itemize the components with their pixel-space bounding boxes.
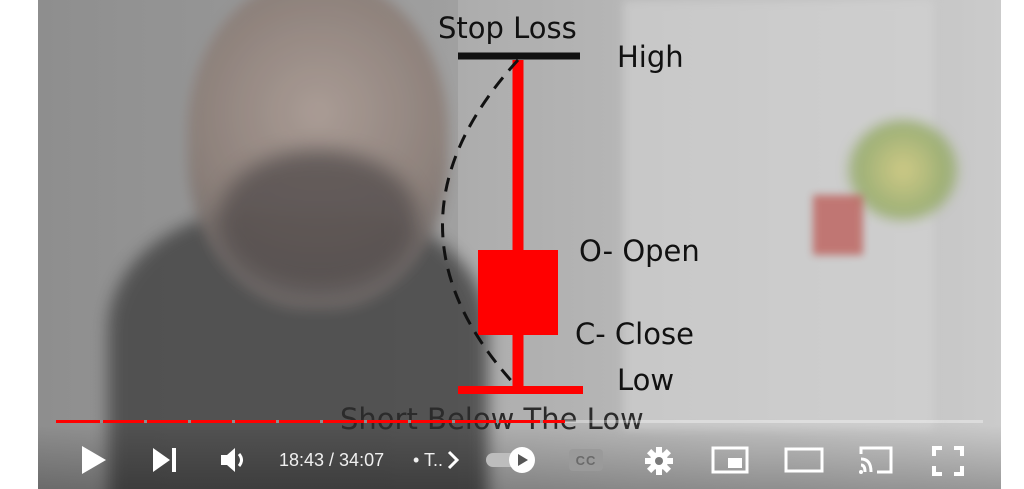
theater-mode-button[interactable] — [782, 443, 826, 477]
chapter-chevron-button[interactable] — [443, 447, 463, 473]
label-stop-loss: Stop Loss — [438, 11, 577, 45]
cast-icon — [859, 446, 893, 474]
cast-button[interactable] — [855, 443, 897, 477]
time-display: 18:43 / 34:07 — [279, 450, 385, 470]
autoplay-toggle[interactable] — [484, 446, 538, 474]
candle-body — [478, 250, 558, 335]
chapter-gap — [276, 420, 279, 423]
progress-bar[interactable] — [56, 420, 983, 423]
settings-button[interactable] — [641, 443, 677, 479]
miniplayer-icon — [711, 446, 749, 474]
chapter-gap — [452, 420, 455, 423]
play-icon — [82, 446, 106, 474]
video-frame: Stop Loss High O- Open C- Close Low Shor… — [38, 0, 1001, 489]
gear-icon — [645, 447, 673, 475]
chapter-gap — [100, 420, 103, 423]
volume-button[interactable] — [216, 441, 252, 479]
captions-label: CC — [575, 452, 597, 468]
next-button[interactable] — [148, 441, 182, 479]
label-high: High — [617, 40, 684, 74]
fullscreen-icon — [932, 446, 964, 476]
chapter-gap — [364, 420, 367, 423]
captions-button[interactable]: CC — [565, 445, 607, 475]
theater-mode-icon — [784, 447, 824, 473]
chapter-gap — [540, 420, 543, 423]
label-low: Low — [617, 363, 675, 397]
fullscreen-button[interactable] — [928, 443, 968, 479]
chapter-gap — [144, 420, 147, 423]
chapter-markers — [100, 420, 543, 423]
autoplay-toggle-icon — [486, 447, 535, 473]
next-icon — [153, 448, 176, 472]
chapter-gap — [408, 420, 411, 423]
video-player[interactable]: Stop Loss High O- Open C- Close Low Shor… — [38, 0, 1001, 489]
chapter-gap — [320, 420, 323, 423]
chevron-right-icon — [447, 450, 460, 470]
chapter-gap — [496, 420, 499, 423]
dashed-arc — [441, 58, 520, 388]
volume-icon — [221, 448, 243, 472]
label-close: C- Close — [575, 317, 694, 351]
chapter-title[interactable]: • T.. — [413, 449, 443, 471]
chapter-gap — [232, 420, 235, 423]
label-open: O- Open — [579, 234, 700, 268]
miniplayer-button[interactable] — [710, 443, 750, 477]
play-button[interactable] — [76, 441, 110, 479]
closed-captions-icon: CC — [569, 449, 603, 471]
chapter-gap — [188, 420, 191, 423]
